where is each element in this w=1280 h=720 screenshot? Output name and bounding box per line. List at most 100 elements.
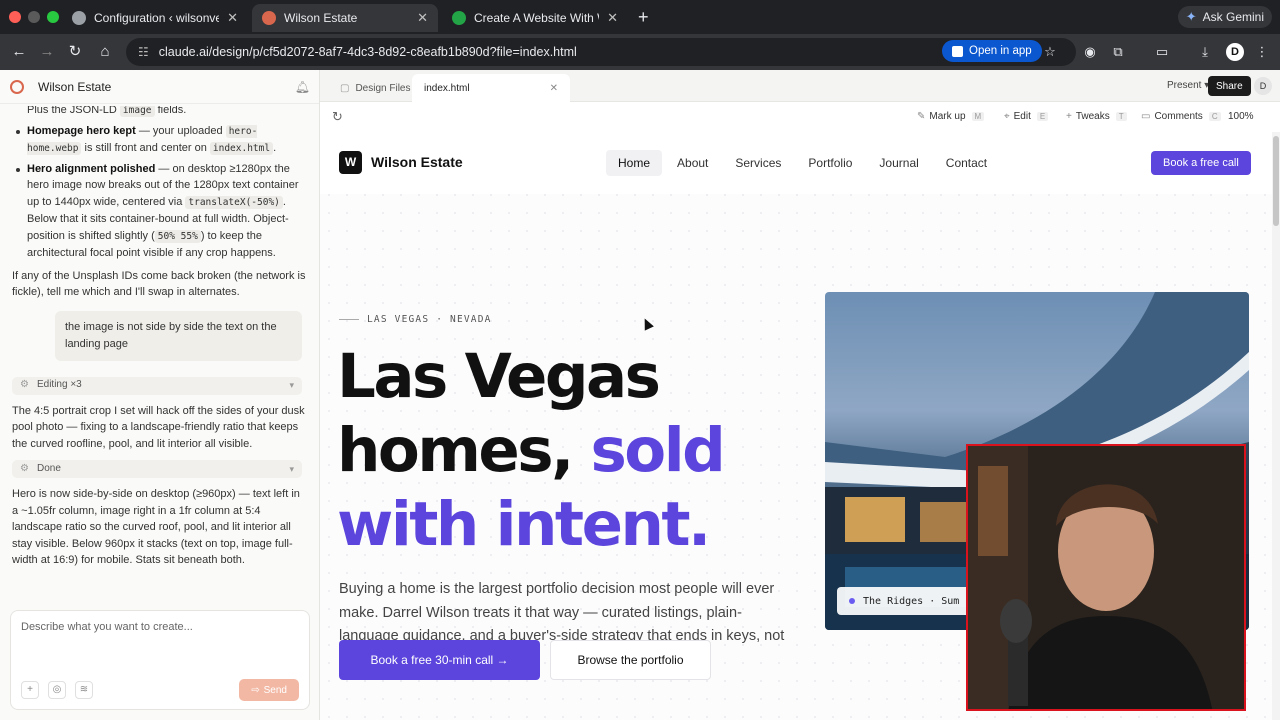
add-attachment-icon[interactable]: + — [21, 681, 39, 699]
open-in-app-label: Open in app — [969, 45, 1032, 57]
assistant-message: The 4:5 portrait crop I set will hack of… — [12, 404, 305, 450]
target-icon[interactable]: ◎ — [48, 681, 66, 699]
list-item: Plus the JSON-LD image fields. — [27, 106, 187, 117]
window-minimize-button[interactable] — [28, 11, 40, 23]
close-icon[interactable]: ✕ — [607, 10, 618, 26]
download-icon[interactable]: ⤓ — [1195, 42, 1215, 62]
location-dot-icon — [849, 598, 855, 604]
cast-icon[interactable]: ▭ — [1152, 42, 1172, 62]
chat-header: Wilson Estate 🔔︎ — [0, 70, 319, 104]
ask-gemini-label: Ask Gemini — [1202, 10, 1264, 24]
share-button[interactable]: Share — [1208, 76, 1251, 96]
open-in-app-button[interactable]: Open in app — [942, 40, 1042, 62]
book-call-button[interactable]: Book a free call — [1151, 151, 1251, 175]
tool-icon: ⚙ — [20, 379, 29, 391]
present-dropdown[interactable]: Present ▾ — [1167, 80, 1209, 91]
chat-composer[interactable]: + ◎ ≋ ⇨ Send — [10, 610, 310, 710]
refresh-preview-icon[interactable]: ↻ — [332, 109, 343, 125]
presenter-video-illustration — [968, 446, 1244, 709]
extensions-icon[interactable]: ⧉ — [1108, 42, 1128, 62]
zoom-level[interactable]: 100% — [1228, 111, 1254, 122]
profile-avatar[interactable]: D — [1226, 43, 1244, 61]
markup-tool-button[interactable]: ✎ Mark up M — [917, 111, 985, 122]
nav-link-contact[interactable]: Contact — [934, 150, 999, 176]
chat-panel: Wilson Estate 🔔︎ Plus the JSON-LD image … — [0, 70, 320, 720]
nav-link-portfolio[interactable]: Portfolio — [796, 150, 864, 176]
edit-tool-button[interactable]: ⌖ Edit E — [1004, 111, 1049, 122]
nav-link-services[interactable]: Services — [723, 150, 793, 176]
chat-messages[interactable]: Plus the JSON-LD image fields. Homepage … — [0, 106, 319, 636]
design-toolbar: ↻ ✎ Mark up M ⌖ Edit E + Tweaks T ▭ Comments C 1… — [320, 102, 1280, 132]
close-icon[interactable]: ✕ — [417, 10, 428, 26]
reload-icon[interactable]: ↻ — [64, 41, 86, 63]
tab-title: Configuration ‹ wilsonvegas — [94, 11, 220, 25]
chevron-down-icon: ▾ — [289, 380, 294, 391]
tool-call-done[interactable]: ⚙ Done ▾ — [12, 460, 302, 478]
tab-index-html[interactable]: index.html ✕ — [412, 74, 570, 102]
send-label: Send — [263, 684, 287, 696]
browser-tab-configuration[interactable]: Configuration ‹ wilsonvegas ✕ — [62, 4, 248, 32]
browser-tab-create-website[interactable]: Create A Website With WordP ✕ — [442, 4, 628, 32]
address-url: claude.ai/design/p/cf5d2072-8af7-4dc3-8d… — [158, 45, 577, 59]
claude-favicon-icon — [262, 11, 276, 25]
tweaks-tool-button[interactable]: + Tweaks T — [1066, 111, 1127, 122]
address-bar[interactable]: ☷ claude.ai/design/p/cf5d2072-8af7-4dc3-… — [126, 38, 1076, 66]
brand-name[interactable]: Wilson Estate — [371, 154, 463, 170]
tab-label: index.html — [424, 82, 470, 94]
nav-link-journal[interactable]: Journal — [867, 150, 930, 176]
notification-bell-icon[interactable]: 🔔︎ — [295, 80, 310, 94]
browser-tab-bar: Configuration ‹ wilsonvegas ✕ Wilson Est… — [0, 0, 1280, 34]
tab-label: Design Files — [355, 82, 411, 94]
site-settings-icon[interactable]: ☷ — [138, 45, 149, 59]
bookmark-star-icon[interactable]: ☆ — [1040, 42, 1060, 62]
comments-tool-button[interactable]: ▭ Comments C — [1141, 111, 1221, 122]
app-icon — [952, 45, 963, 57]
pen-icon: ✎ — [917, 111, 926, 122]
claude-logo-icon[interactable] — [10, 79, 24, 94]
comment-icon: ▭ — [1141, 111, 1151, 122]
close-icon[interactable]: ✕ — [550, 83, 558, 94]
webcam-overlay — [966, 444, 1246, 711]
preview-scrollbar[interactable] — [1272, 132, 1280, 720]
site-nav-links: Home About Services Portfolio Journal Co… — [606, 150, 1002, 176]
tool-call-editing[interactable]: ⚙ Editing ×3 ▾ — [12, 376, 302, 395]
browser-tab-wilson-estate[interactable]: Wilson Estate ✕ — [252, 4, 438, 32]
tool-label: Editing ×3 — [36, 379, 82, 391]
prompt-input[interactable] — [21, 621, 301, 633]
book-30min-call-button[interactable]: Book a free 30-min call → — [339, 640, 540, 680]
tab-title: Create A Website With WordP — [474, 11, 599, 25]
home-icon[interactable]: ⌂ — [94, 41, 116, 63]
ask-gemini-button[interactable]: ✦ Ask Gemini — [1177, 6, 1272, 28]
tool-icon: ⚙ — [20, 462, 29, 474]
hero-headline: Las Vegas homes, sold with intent. — [337, 341, 726, 560]
plus-icon: + — [1066, 111, 1072, 122]
project-title: Wilson Estate — [38, 79, 112, 94]
nav-link-home[interactable]: Home — [606, 150, 663, 176]
assistant-message: If any of the Unsplash IDs come back bro… — [12, 269, 306, 299]
nav-link-about[interactable]: About — [665, 150, 720, 176]
scrollbar-thumb[interactable] — [1273, 136, 1279, 226]
cursor-icon: ⌖ — [1004, 111, 1010, 122]
eyebrow-text: LAS VEGAS · NEVADA — [367, 314, 492, 325]
assistant-message: Hero is now side-by-side on desktop (≥96… — [12, 488, 300, 566]
camera-icon[interactable]: ◉ — [1080, 42, 1100, 62]
hero-image-caption: The Ridges · Sum — [837, 587, 972, 615]
user-avatar[interactable]: D — [1254, 77, 1272, 95]
close-icon[interactable]: ✕ — [227, 10, 238, 26]
forward-arrow-icon[interactable]: → — [36, 41, 58, 63]
assistant-bullet-list: Plus the JSON-LD image fields. Homepage … — [0, 106, 319, 262]
brand-logo-icon[interactable]: W — [339, 151, 362, 174]
eyebrow-line — [339, 319, 359, 320]
new-tab-plus-icon[interactable]: + — [638, 7, 649, 28]
user-message: the image is not side by side the text o… — [55, 310, 302, 361]
window-zoom-button[interactable] — [47, 11, 59, 23]
browse-portfolio-button[interactable]: Browse the portfolio — [550, 640, 711, 680]
site-favicon-icon — [452, 11, 466, 25]
gemini-sparkle-icon: ✦ — [1185, 9, 1197, 24]
send-button[interactable]: ⇨ Send — [239, 679, 299, 701]
window-close-button[interactable] — [9, 11, 21, 23]
more-menu-icon[interactable]: ⋮ — [1252, 42, 1272, 62]
audio-waveform-icon[interactable]: ≋ — [75, 681, 93, 699]
tab-design-files[interactable]: ▢ Design Files — [328, 74, 422, 102]
back-arrow-icon[interactable]: ← — [8, 41, 30, 63]
